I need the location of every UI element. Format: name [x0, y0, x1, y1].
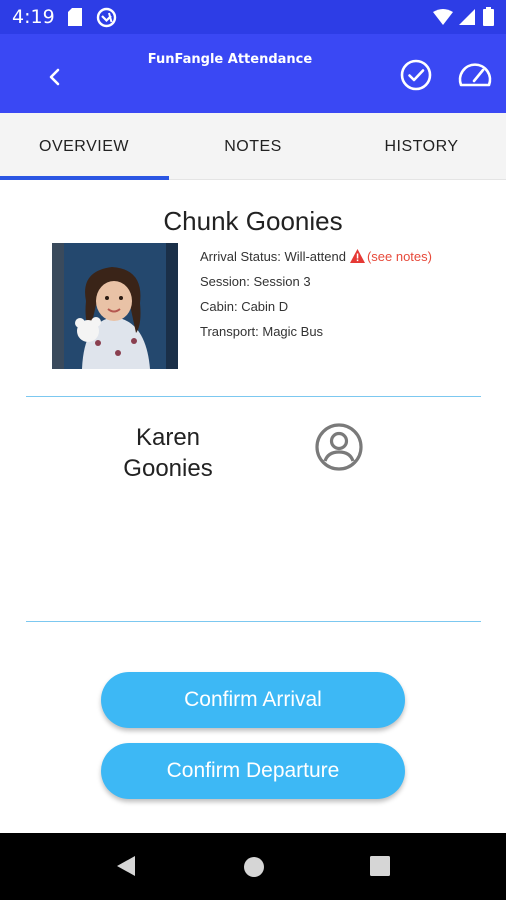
- gauge-icon: [456, 63, 494, 96]
- confirm-all-button[interactable]: [399, 58, 433, 92]
- status-bar: 4:19: [0, 0, 506, 34]
- status-time: 4:19: [12, 6, 55, 28]
- warning-icon: [349, 249, 365, 266]
- arrival-status: Arrival Status: Will-attend (see notes): [200, 249, 432, 266]
- sync-icon: [96, 7, 117, 33]
- system-nav-bar: [0, 833, 506, 900]
- camper-name: Chunk Goonies: [163, 206, 343, 236]
- nav-back-icon[interactable]: [115, 855, 137, 882]
- confirm-departure-button[interactable]: Confirm Departure: [101, 743, 405, 799]
- section-divider: [26, 621, 481, 622]
- camper-photo: [52, 243, 178, 369]
- signal-icon: [459, 9, 475, 30]
- tab-overview[interactable]: OVERVIEW: [0, 113, 168, 180]
- see-notes-link[interactable]: (see notes): [367, 249, 432, 264]
- section-divider: [26, 396, 481, 397]
- arrival-status-text: Arrival Status: Will-attend: [200, 249, 346, 264]
- guardian-name: Karen Goonies: [123, 424, 213, 482]
- transport-info: Transport: Magic Bus: [200, 324, 324, 339]
- back-arrow-icon: [38, 68, 72, 96]
- nav-home-icon[interactable]: [243, 856, 265, 883]
- tab-notes[interactable]: NOTES: [169, 113, 337, 180]
- battery-icon: [483, 7, 494, 31]
- confirm-arrival-button[interactable]: Confirm Arrival: [101, 672, 405, 728]
- dashboard-button[interactable]: [456, 58, 494, 92]
- tab-bar: OVERVIEW NOTES HISTORY: [0, 113, 506, 180]
- account-circle-icon[interactable]: [314, 422, 364, 472]
- session-info: Session: Session 3: [200, 274, 311, 289]
- sd-card-icon: [68, 8, 82, 31]
- cabin-info: Cabin: Cabin D: [200, 299, 289, 314]
- active-tab-indicator: [0, 176, 169, 180]
- wifi-icon: [433, 9, 453, 30]
- tab-history[interactable]: HISTORY: [337, 113, 506, 180]
- app-bar: FunFangle Attendance: [0, 34, 506, 113]
- app-title: FunFangle Attendance: [147, 52, 313, 67]
- nav-recents-icon[interactable]: [370, 856, 390, 881]
- check-circle-icon: [399, 59, 433, 96]
